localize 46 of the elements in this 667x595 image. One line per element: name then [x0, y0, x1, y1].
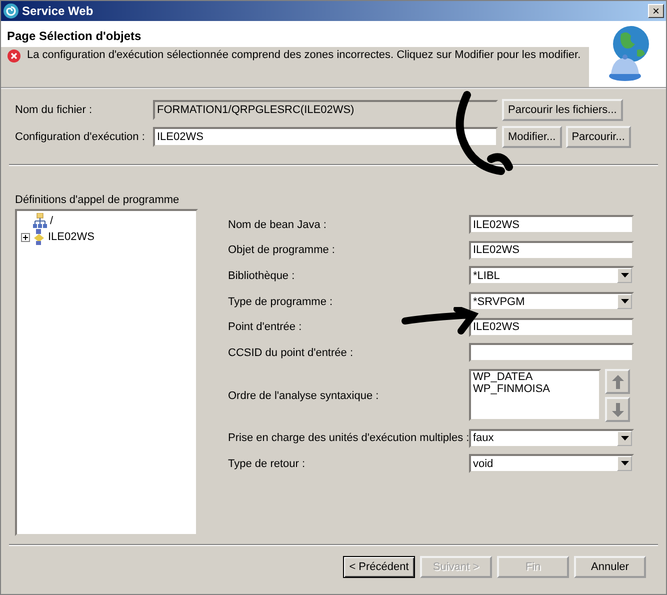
dropdown[interactable]: *SRVPGM [469, 292, 634, 312]
page-title: Page Sélection d'objets [6, 28, 142, 45]
tree-item[interactable]: ILE02WS [48, 231, 94, 243]
text-field[interactable]: ILE02WS [153, 127, 498, 147]
error-icon [7, 49, 21, 63]
dropdown[interactable]: faux [469, 428, 634, 448]
text-field[interactable] [469, 343, 634, 362]
dropdown[interactable]: *LIBL [469, 266, 634, 286]
field-label: Configuration d'exécution : [15, 131, 146, 143]
list-item[interactable]: WP_DATEA [473, 371, 597, 384]
dropdown-arrow-icon [620, 461, 628, 466]
field-label: Bibliothèque : [228, 270, 296, 282]
wizard-button[interactable]: Annuler [574, 556, 646, 578]
field-label: Type de retour : [228, 458, 306, 470]
push-button[interactable]: Parcourir... [566, 126, 631, 148]
text-field[interactable]: ILE02WS [469, 215, 634, 234]
wizard-button[interactable]: < Précédent [343, 556, 415, 578]
up-arrow-icon [612, 374, 624, 389]
field-label: Objet de programme : [228, 244, 336, 256]
window-title: Service Web [22, 4, 94, 18]
expand-icon[interactable] [21, 232, 30, 242]
move-up-button[interactable] [605, 369, 630, 394]
dropdown-arrow-icon [620, 299, 628, 304]
error-message: La configuration d'exécution sélectionnée comprend des zones incorrectes. Cliquez sur Modifier pour les modifier. [27, 49, 581, 61]
list-item[interactable]: WP_FINMOISA [473, 383, 597, 396]
hierarchy-icon [33, 213, 47, 229]
dropdown[interactable]: void [469, 454, 634, 474]
text-field[interactable]: ILE02WS [469, 240, 634, 260]
field-label: Ordre de l'analyse syntaxique : [228, 390, 380, 402]
push-button[interactable]: Modifier... [502, 126, 562, 148]
close-button[interactable]: × [648, 4, 664, 18]
field-label: CCSID du point d'entrée : [228, 346, 354, 359]
move-down-button[interactable] [605, 397, 630, 422]
field-label: Nom de bean Java : [228, 218, 328, 231]
field-label: Type de programme : [228, 296, 334, 308]
section-label: Définitions d'appel de programme [15, 194, 180, 206]
dropdown-arrow-icon [620, 273, 628, 278]
field-label: Prise en charge des unités d'exécution multiples : [228, 432, 469, 444]
down-arrow-icon [612, 402, 624, 417]
component-icon [33, 229, 45, 245]
dropdown-arrow-icon [620, 436, 628, 441]
field-label: Point d'entrée : [228, 321, 303, 334]
tree-item[interactable]: / [50, 215, 54, 227]
text-field[interactable]: ILE02WS [469, 318, 634, 337]
field-label: Nom du fichier : [15, 104, 94, 116]
swirl-icon [3, 3, 19, 19]
